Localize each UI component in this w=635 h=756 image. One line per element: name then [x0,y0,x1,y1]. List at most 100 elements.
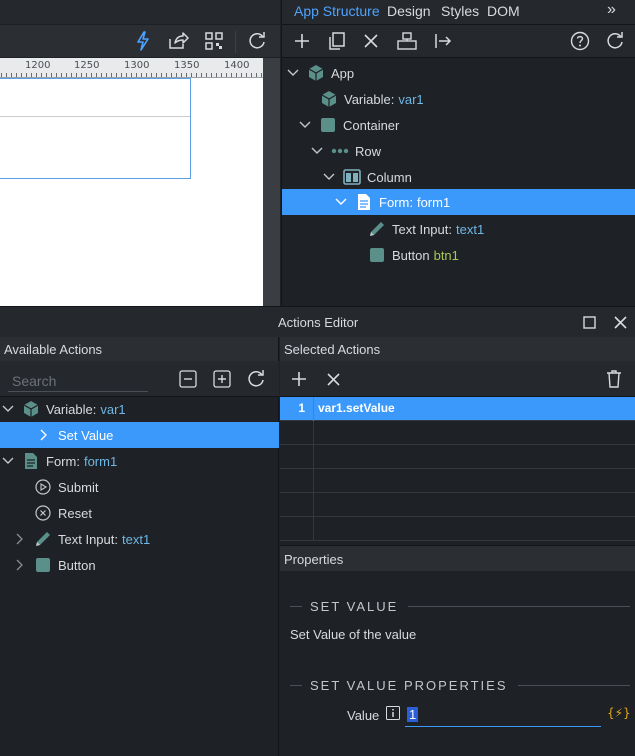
tree-item-app[interactable]: App [282,60,635,86]
table-row[interactable] [280,469,635,493]
delete-icon[interactable] [358,28,384,54]
canvas-title-strip [0,0,280,25]
tree-item-column[interactable]: Column [282,164,635,190]
tree-label: Button [392,247,430,263]
tab-dom[interactable]: DOM [487,3,520,19]
share-icon[interactable] [165,28,191,54]
chevron-down-icon[interactable] [0,401,16,417]
cube-icon [307,64,325,82]
canvas-scrollbar[interactable] [263,58,280,306]
action-label: Variable: [46,401,97,417]
action-item-form[interactable]: Form: form1 [0,448,279,474]
ruler-tick [146,73,147,77]
tree-item-variable[interactable]: Variable: var1 [282,86,635,112]
pencil-icon [34,530,52,548]
refresh-icon[interactable] [602,28,628,54]
value-text: 1 [407,707,419,722]
table-row[interactable] [280,517,635,541]
cube-icon [320,90,338,108]
divider [290,605,302,607]
canvas-toolbar [0,25,280,58]
add-icon[interactable] [289,28,315,54]
trash-icon[interactable] [601,366,627,392]
ruler-tick [171,73,172,77]
remove-icon[interactable] [320,366,346,392]
ruler-tick [216,73,217,77]
chevron-down-icon[interactable] [333,194,349,210]
actions-editor-header: Actions Editor [0,306,635,337]
tree-sublabel: var1 [398,91,424,107]
action-item-submit[interactable]: Submit [0,474,279,500]
collapse-all-icon[interactable] [175,366,201,392]
move-out-icon[interactable] [430,28,456,54]
ruler-tick [181,73,182,77]
chevron-down-icon[interactable] [285,65,301,81]
ruler-tick [161,73,162,77]
chevron-down-icon[interactable] [297,117,313,133]
section-title: SET VALUE [310,598,399,614]
tree-item-button[interactable]: Button btn1 [282,242,635,268]
tree-label: Container [343,117,400,133]
text-input-outline[interactable] [0,116,190,117]
ruler-tick [11,73,12,77]
wrap-icon[interactable] [394,28,420,54]
ruler-tick [246,73,247,77]
action-item-reset[interactable]: Reset [0,500,279,526]
expand-all-icon[interactable] [209,366,235,392]
search-input[interactable] [8,370,148,392]
tree-item-row[interactable]: Row [282,138,635,164]
ruler-tick [156,73,157,77]
refresh-icon[interactable] [243,366,269,392]
action-item-text-input[interactable]: Text Input: text1 [0,526,279,552]
chevron-down-icon[interactable] [321,169,337,185]
action-item-variable[interactable]: Variable: var1 [0,396,279,422]
chevron-down-icon[interactable] [309,143,325,159]
ruler-tick [206,73,207,77]
available-actions-toolbar [0,361,279,397]
chevron-right-icon[interactable] [12,557,28,573]
selected-action-row[interactable]: 1 var1.setValue [280,397,635,421]
table-row[interactable] [280,493,635,517]
design-page[interactable] [0,78,263,306]
chevron-down-icon[interactable] [0,453,16,469]
action-sublabel: form1 [83,453,118,469]
form-outline[interactable] [0,78,191,179]
structure-toolbar [282,25,635,58]
ruler-tick [236,73,237,77]
table-row[interactable] [280,445,635,469]
maximize-icon[interactable] [576,309,602,335]
chevron-right-icon[interactable] [12,531,28,547]
duplicate-icon[interactable] [324,28,350,54]
file-icon [22,452,40,470]
ruler-tick [176,73,177,77]
tab-app-structure[interactable]: App Structure [294,3,380,19]
table-row[interactable] [280,421,635,445]
design-canvas-area: 1200 1250 1300 1350 1400 [0,0,280,306]
value-input[interactable]: 1 [405,705,601,727]
lightning-icon[interactable] [130,28,156,54]
action-label: Reset [58,505,92,521]
ruler-tick [241,73,242,77]
ruler-tick [221,73,222,77]
refresh-icon[interactable] [244,28,270,54]
tree-item-text-input[interactable]: Text Input: text1 [282,216,635,242]
info-icon[interactable] [386,706,400,720]
close-icon[interactable] [607,309,633,335]
tab-styles[interactable]: Styles [441,3,479,19]
help-icon[interactable] [567,28,593,54]
ruler-tick [191,73,192,77]
ruler-tick [201,73,202,77]
action-item-button[interactable]: Button [0,552,279,578]
more-tabs-icon[interactable]: » [607,1,616,19]
divider [290,684,302,686]
divider [408,605,630,607]
action-item-set-value[interactable]: Set Value [0,422,279,448]
dynamic-data-icon[interactable]: {⚡} [607,706,631,720]
tree-item-form[interactable]: Form: form1 [282,189,635,215]
tree-item-container[interactable]: Container [282,112,635,138]
row-number [280,421,314,445]
qr-code-icon[interactable] [201,28,227,54]
add-icon[interactable] [286,366,312,392]
tab-design[interactable]: Design [387,3,431,19]
ruler-tick [56,73,57,77]
